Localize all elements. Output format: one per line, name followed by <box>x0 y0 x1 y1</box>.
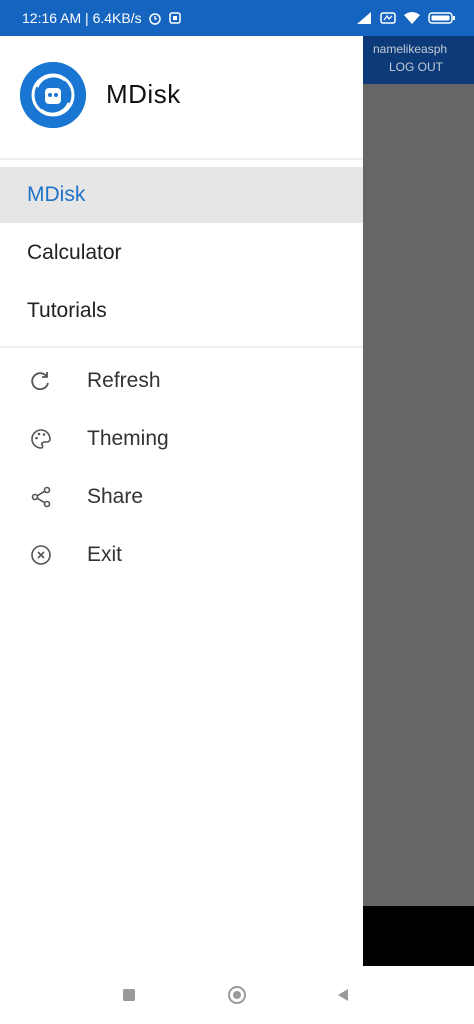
app-bottom-area <box>363 906 474 966</box>
status-left: 12:16 AM | 6.4KB/s <box>22 10 182 26</box>
nav-item-tutorials[interactable]: Tutorials <box>0 283 363 339</box>
data-icon <box>380 12 396 24</box>
menu-divider <box>0 346 363 348</box>
drawer-header: MDisk <box>0 36 363 156</box>
home-icon[interactable] <box>226 984 248 1006</box>
app-toolbar: namelikeasph LOG OUT <box>363 36 474 84</box>
wifi-icon <box>404 12 420 24</box>
menu-item-label: Exit <box>87 543 123 566</box>
nav-item-mdisk[interactable]: MDisk <box>0 167 363 223</box>
nav-item-label: Tutorials <box>27 299 107 322</box>
header-divider <box>0 158 363 160</box>
signal-icon <box>357 12 371 24</box>
share-icon <box>31 486 51 508</box>
app-title: MDisk <box>106 79 181 109</box>
app-user-text: namelikeasph <box>373 42 448 56</box>
notification-icon <box>168 12 181 24</box>
battery-icon <box>428 12 455 24</box>
nav-item-calculator[interactable]: Calculator <box>0 225 363 281</box>
status-time-speed: 12:16 AM | 6.4KB/s <box>22 10 142 26</box>
menu-item-refresh[interactable]: Refresh <box>0 353 363 409</box>
menu-item-label: Refresh <box>87 369 161 392</box>
menu-item-label: Theming <box>87 427 169 450</box>
nav-item-label: Calculator <box>27 241 122 264</box>
navigation-drawer: MDisk MDisk Calculator Tutorials Refresh <box>0 36 363 966</box>
status-right <box>355 11 456 25</box>
system-nav-bar <box>0 966 474 1024</box>
nav-item-label: MDisk <box>27 183 86 206</box>
menu-item-label: Share <box>87 485 144 508</box>
app-scrim[interactable]: namelikeasph LOG OUT <box>363 36 474 966</box>
status-bar: 12:16 AM | 6.4KB/s <box>0 0 474 36</box>
menu-item-theming[interactable]: Theming <box>0 411 363 467</box>
exit-icon <box>31 545 51 565</box>
app-logo-icon <box>20 62 86 128</box>
alarm-icon <box>148 13 161 25</box>
recents-icon[interactable] <box>118 984 140 1006</box>
refresh-icon <box>31 372 49 391</box>
screen: 12:16 AM | 6.4KB/s namelikeasph LOG OUT … <box>0 0 474 1024</box>
back-icon[interactable] <box>332 984 354 1006</box>
palette-icon <box>31 429 51 449</box>
menu-item-share[interactable]: Share <box>0 469 363 525</box>
menu-item-exit[interactable]: Exit <box>0 527 363 583</box>
logout-button[interactable]: LOG OUT <box>389 60 443 74</box>
